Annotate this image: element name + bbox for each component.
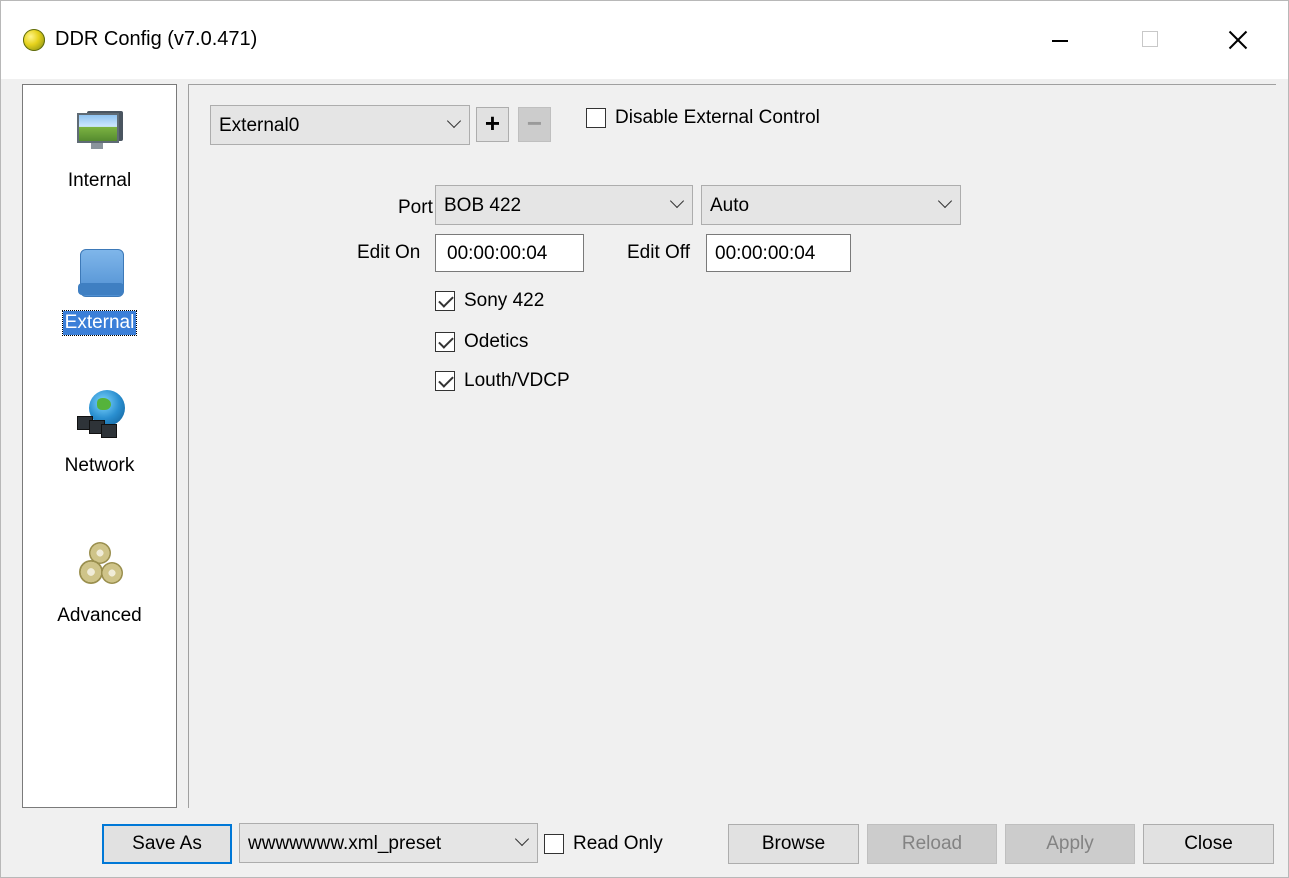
port-label: Port xyxy=(398,197,433,218)
preset-select[interactable]: wwwwwww.xml_preset xyxy=(239,823,538,863)
plus-icon: + xyxy=(484,108,501,138)
title-bar: DDR Config (v7.0.471) xyxy=(1,1,1288,79)
chevron-down-icon xyxy=(669,193,685,209)
louth-vdcp-label: Louth/VDCP xyxy=(464,370,570,391)
port-mode-select[interactable]: Auto xyxy=(701,185,961,225)
sidebar-item-label: Internal xyxy=(67,170,132,191)
disable-external-control-checkbox[interactable] xyxy=(586,108,606,128)
network-globe-icon xyxy=(75,390,125,440)
app-icon xyxy=(23,29,45,51)
reload-button[interactable]: Reload xyxy=(867,824,997,864)
sidebar-item-external[interactable]: External xyxy=(23,247,176,336)
sony-422-label: Sony 422 xyxy=(464,290,545,311)
remove-external-button[interactable]: − xyxy=(518,107,551,142)
edit-off-label: Edit Off xyxy=(627,242,691,263)
minus-icon: − xyxy=(526,108,543,138)
read-only-checkbox[interactable] xyxy=(544,834,564,854)
external-device-icon xyxy=(75,247,125,297)
gears-icon xyxy=(75,540,125,590)
read-only-label: Read Only xyxy=(573,833,663,854)
minimize-button[interactable] xyxy=(1029,19,1089,61)
maximize-button[interactable] xyxy=(1119,19,1179,61)
window-title: DDR Config (v7.0.471) xyxy=(55,28,258,50)
sidebar-item-advanced[interactable]: Advanced xyxy=(23,540,176,628)
sidebar-item-label: External xyxy=(61,310,138,336)
ddr-config-window: DDR Config (v7.0.471) Internal External … xyxy=(0,0,1289,878)
sidebar-item-label: Advanced xyxy=(57,605,142,626)
close-button[interactable]: Close xyxy=(1143,824,1274,864)
chevron-down-icon xyxy=(446,113,462,129)
close-window-button[interactable] xyxy=(1211,19,1271,61)
sidebar-item-internal[interactable]: Internal xyxy=(23,105,176,193)
save-as-button[interactable]: Save As xyxy=(102,824,232,864)
chevron-down-icon xyxy=(514,831,530,847)
odetics-label: Odetics xyxy=(464,331,529,352)
browse-button[interactable]: Browse xyxy=(728,824,859,864)
edit-off-field[interactable]: 00:00:00:04 xyxy=(706,234,851,272)
sidebar-item-label: Network xyxy=(64,455,135,476)
louth-vdcp-checkbox[interactable] xyxy=(435,371,455,391)
monitor-icon xyxy=(75,105,125,155)
sidebar-item-network[interactable]: Network xyxy=(23,390,176,478)
add-external-button[interactable]: + xyxy=(476,107,509,142)
chevron-down-icon xyxy=(937,193,953,209)
disable-external-control-label: Disable External Control xyxy=(615,107,820,128)
port-select[interactable]: BOB 422 xyxy=(435,185,693,225)
apply-button[interactable]: Apply xyxy=(1005,824,1135,864)
edit-on-field[interactable]: 00:00:00:04 xyxy=(435,234,584,272)
sidebar: Internal External Network Advanced xyxy=(22,84,177,808)
sony-422-checkbox[interactable] xyxy=(435,291,455,311)
external-device-select[interactable]: External0 xyxy=(210,105,470,145)
edit-on-label: Edit On xyxy=(357,242,421,263)
odetics-checkbox[interactable] xyxy=(435,332,455,352)
